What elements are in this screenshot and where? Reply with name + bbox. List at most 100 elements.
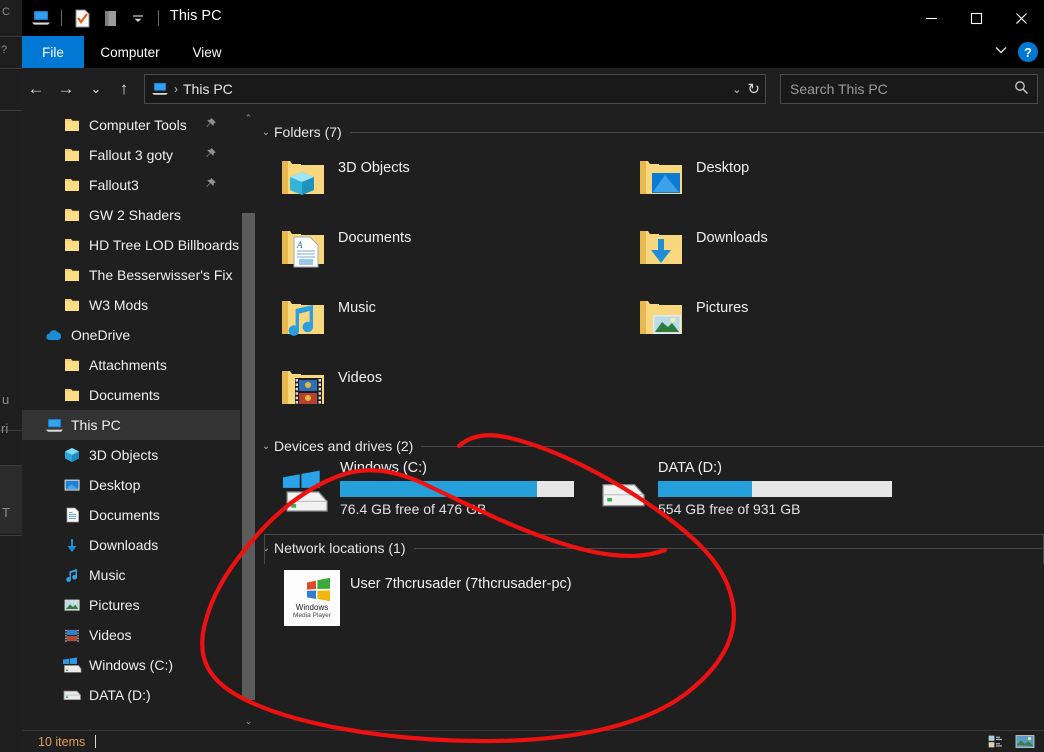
recent-locations-button[interactable]: ⌄ [82, 76, 110, 102]
wmp-label-line1: Windows [295, 602, 329, 612]
sidebar-item-data-d[interactable]: DATA (D:) [22, 680, 240, 710]
sidebar-item-this-pc[interactable]: This PC [22, 410, 240, 440]
group-header[interactable]: ⌄ Folders (7) [258, 121, 1044, 143]
close-button[interactable] [999, 0, 1044, 36]
folder-name: Music [338, 300, 376, 316]
drive-tile[interactable]: DATA (D:) 554 GB free of 931 GB [598, 460, 892, 518]
folder-name: Videos [338, 370, 383, 386]
sidebar-item-desktop[interactable]: Desktop [22, 470, 240, 500]
scroll-down-arrow[interactable]: ⌄ [240, 713, 257, 730]
sidebar-item-windows-c[interactable]: Windows (C:) [22, 650, 240, 680]
sidebar-item-fallout-3-goty[interactable]: Fallout 3 goty [22, 140, 240, 170]
tab-view[interactable]: View [176, 36, 238, 68]
new-folder-icon[interactable] [97, 5, 123, 31]
pin-icon[interactable] [204, 117, 218, 131]
this-pc-icon[interactable] [28, 5, 54, 31]
tab-computer[interactable]: Computer [84, 36, 176, 68]
folder-tile[interactable]: A Documents [280, 226, 411, 271]
sidebar-item-label: Windows (C:) [89, 657, 174, 673]
sidebar-item-label: Computer Tools [89, 117, 187, 133]
folder-tile[interactable]: Videos [280, 366, 382, 411]
drive-name: DATA (D:) [658, 460, 722, 476]
folder-desktop-icon [638, 156, 688, 201]
tab-file[interactable]: File [22, 36, 84, 68]
large-icons-view-icon[interactable] [1014, 733, 1036, 751]
customize-dropdown-icon[interactable] [125, 5, 151, 31]
collapse-ribbon-icon[interactable] [993, 43, 1009, 61]
pin-icon[interactable] [204, 177, 218, 191]
chevron-down-icon[interactable]: ⌄ [258, 127, 274, 138]
sidebar-item-computer-tools[interactable]: Computer Tools [22, 110, 240, 140]
breadcrumb-separator: › [174, 82, 178, 96]
maximize-button[interactable] [954, 0, 999, 36]
navigation-pane[interactable]: Computer Tools Fallout 3 goty Fallout3 GW 2… [22, 110, 240, 730]
scroll-up-arrow[interactable]: ⌃ [240, 110, 257, 127]
properties-icon[interactable] [69, 5, 95, 31]
folder-name: 3D Objects [338, 160, 410, 176]
sidebar-item-3d-objects[interactable]: 3D Objects [22, 440, 240, 470]
drive-tile[interactable]: Windows (C:) 76.4 GB free of 476 GB [280, 460, 574, 518]
folder-3d-objects-icon [280, 156, 330, 201]
address-bar-controls: ⌄ ↻ [732, 80, 765, 98]
sidebar-item-documents[interactable]: Documents [22, 380, 240, 410]
search-input[interactable]: Search This PC [790, 81, 888, 97]
details-view-icon[interactable] [986, 733, 1008, 751]
sidebar-item-onedrive[interactable]: OneDrive [22, 320, 240, 350]
group-title: Folders (7) [274, 124, 342, 140]
chevron-down-icon[interactable]: ⌄ [258, 441, 274, 452]
sidebar-item-downloads[interactable]: Downloads [22, 530, 240, 560]
sidebar-item-pictures[interactable]: Pictures [22, 590, 240, 620]
back-button[interactable]: ← [22, 76, 50, 102]
pin-icon[interactable] [204, 147, 218, 161]
folder-tile[interactable]: Desktop [638, 156, 749, 201]
sidebar-item-label: Documents [89, 387, 160, 403]
sidebar-item-label: OneDrive [71, 327, 131, 343]
sidebar-item-label: W3 Mods [89, 297, 149, 313]
desktop-icon [62, 476, 82, 494]
videos-icon [62, 626, 82, 644]
folder-documents-icon: A [280, 226, 330, 271]
title-bar: This PC [22, 0, 1044, 36]
folder-icon [62, 146, 82, 164]
help-button[interactable]: ? [1018, 42, 1038, 62]
pictures-icon [62, 596, 82, 614]
folder-name: Pictures [696, 300, 749, 316]
folder-tile[interactable]: Downloads [638, 226, 768, 271]
window-title: This PC [170, 8, 222, 24]
text-cursor [95, 735, 97, 748]
folder-tile[interactable]: Pictures [638, 296, 748, 341]
folder-tile[interactable]: 3D Objects [280, 156, 410, 201]
group-rule [421, 445, 1044, 447]
group-header[interactable]: ⌄ Devices and drives (2) [258, 435, 1044, 457]
sidebar-item-hd-tree-lod-billboards[interactable]: HD Tree LOD Billboards [22, 230, 240, 260]
network-location-tile[interactable]: Windows Media Player User 7thcrusader (7th… [284, 570, 572, 626]
search-box[interactable]: Search This PC [780, 74, 1038, 104]
sidebar-item-videos[interactable]: Videos [22, 620, 240, 650]
sidebar-item-label: 3D Objects [89, 447, 159, 463]
sidebar-item-w3-mods[interactable]: W3 Mods [22, 290, 240, 320]
bg-fragment: ri [1, 421, 9, 436]
breadcrumb-this-pc[interactable]: This PC [183, 81, 233, 97]
toolbar-divider [61, 10, 62, 26]
address-bar[interactable]: › This PC ⌄ ↻ [144, 74, 766, 104]
folder-icon [62, 176, 82, 194]
forward-button[interactable]: → [52, 76, 80, 102]
sidebar-item-attachments[interactable]: Attachments [22, 350, 240, 380]
minimize-button[interactable] [909, 0, 954, 36]
sidebar-item-documents[interactable]: Documents [22, 500, 240, 530]
network-location-name: User 7thcrusader (7thcrusader-pc) [350, 576, 572, 592]
navigation-pane-scrollbar[interactable]: ⌃ ⌄ [240, 110, 257, 730]
address-dropdown-icon[interactable]: ⌄ [732, 83, 741, 96]
sidebar-item-the-besserwisser-s-fix[interactable]: The Besserwisser's Fix [22, 260, 240, 290]
refresh-icon[interactable]: ↻ [747, 80, 760, 98]
scrollbar-thumb[interactable] [242, 213, 255, 700]
sidebar-item-label: HD Tree LOD Billboards [89, 237, 240, 253]
search-icon[interactable] [1014, 80, 1029, 98]
up-button[interactable]: ↑ [110, 76, 138, 102]
folder-tile[interactable]: Music [280, 296, 376, 341]
sidebar-item-fallout3[interactable]: Fallout3 [22, 170, 240, 200]
sidebar-item-gw-2-shaders[interactable]: GW 2 Shaders [22, 200, 240, 230]
sidebar-item-music[interactable]: Music [22, 560, 240, 590]
folder-name: Documents [338, 230, 412, 246]
file-list-view[interactable]: ⌄ Folders (7) 3D Objects Desktop A Documents D… [258, 110, 1044, 730]
